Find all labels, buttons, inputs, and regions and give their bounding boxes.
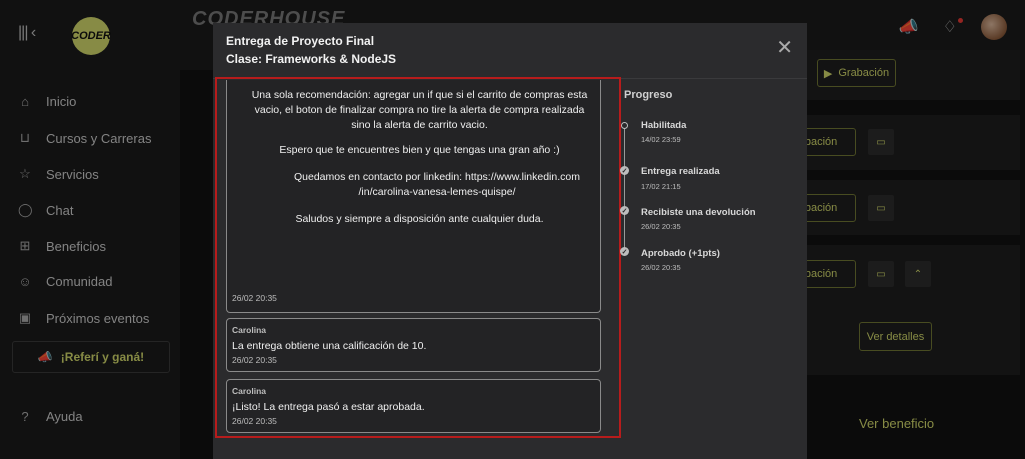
step-date: 26/02 20:35 — [641, 222, 681, 231]
message-body: ¡Listo! La entrega pasó a estar aprobada… — [232, 401, 425, 413]
modal-title: Entrega de Proyecto Final — [226, 34, 375, 48]
message-body: La entrega obtiene una calificación de 1… — [232, 340, 427, 352]
feedback-message: Una sola recomendación: agregar un if qu… — [226, 80, 601, 313]
message-paragraph: Espero que te encuentres bien y que teng… — [279, 144, 560, 156]
close-icon[interactable]: ✕ — [776, 35, 793, 60]
modal-subtitle: Clase: Frameworks & NodeJS — [226, 52, 397, 66]
check-icon: ✓ — [620, 206, 629, 215]
progress-title: Progreso — [624, 89, 673, 101]
grade-message: Carolina La entrega obtiene una califica… — [226, 318, 601, 372]
step-open-icon — [621, 122, 628, 129]
message-author: Carolina — [232, 325, 267, 335]
step-label: Habilitada — [641, 120, 687, 131]
message-paragraph: Saludos y siempre a disposición ante cua… — [295, 213, 544, 225]
step-label: Recibiste una devolución — [641, 207, 756, 218]
message-time: 26/02 20:35 — [232, 416, 277, 426]
step-date: 14/02 23:59 — [641, 135, 681, 144]
check-icon: ✓ — [620, 247, 629, 256]
check-icon: ✓ — [620, 166, 629, 175]
message-paragraph: Quedamos en contacto por linkedin: https… — [294, 171, 580, 198]
message-paragraph: Una sola recomendación: agregar un if qu… — [251, 89, 588, 131]
modal-header: Entrega de Proyecto Final Clase: Framewo… — [213, 23, 807, 79]
message-time: 26/02 20:35 — [232, 293, 277, 303]
approval-message: Carolina ¡Listo! La entrega pasó a estar… — [226, 379, 601, 433]
step-date: 17/02 21:15 — [641, 182, 681, 191]
step-label: Entrega realizada — [641, 166, 720, 177]
step-label: Aprobado (+1pts) — [641, 248, 720, 259]
timeline-line — [624, 125, 625, 253]
message-author: Carolina — [232, 386, 267, 396]
step-date: 26/02 20:35 — [641, 263, 681, 272]
message-time: 26/02 20:35 — [232, 355, 277, 365]
